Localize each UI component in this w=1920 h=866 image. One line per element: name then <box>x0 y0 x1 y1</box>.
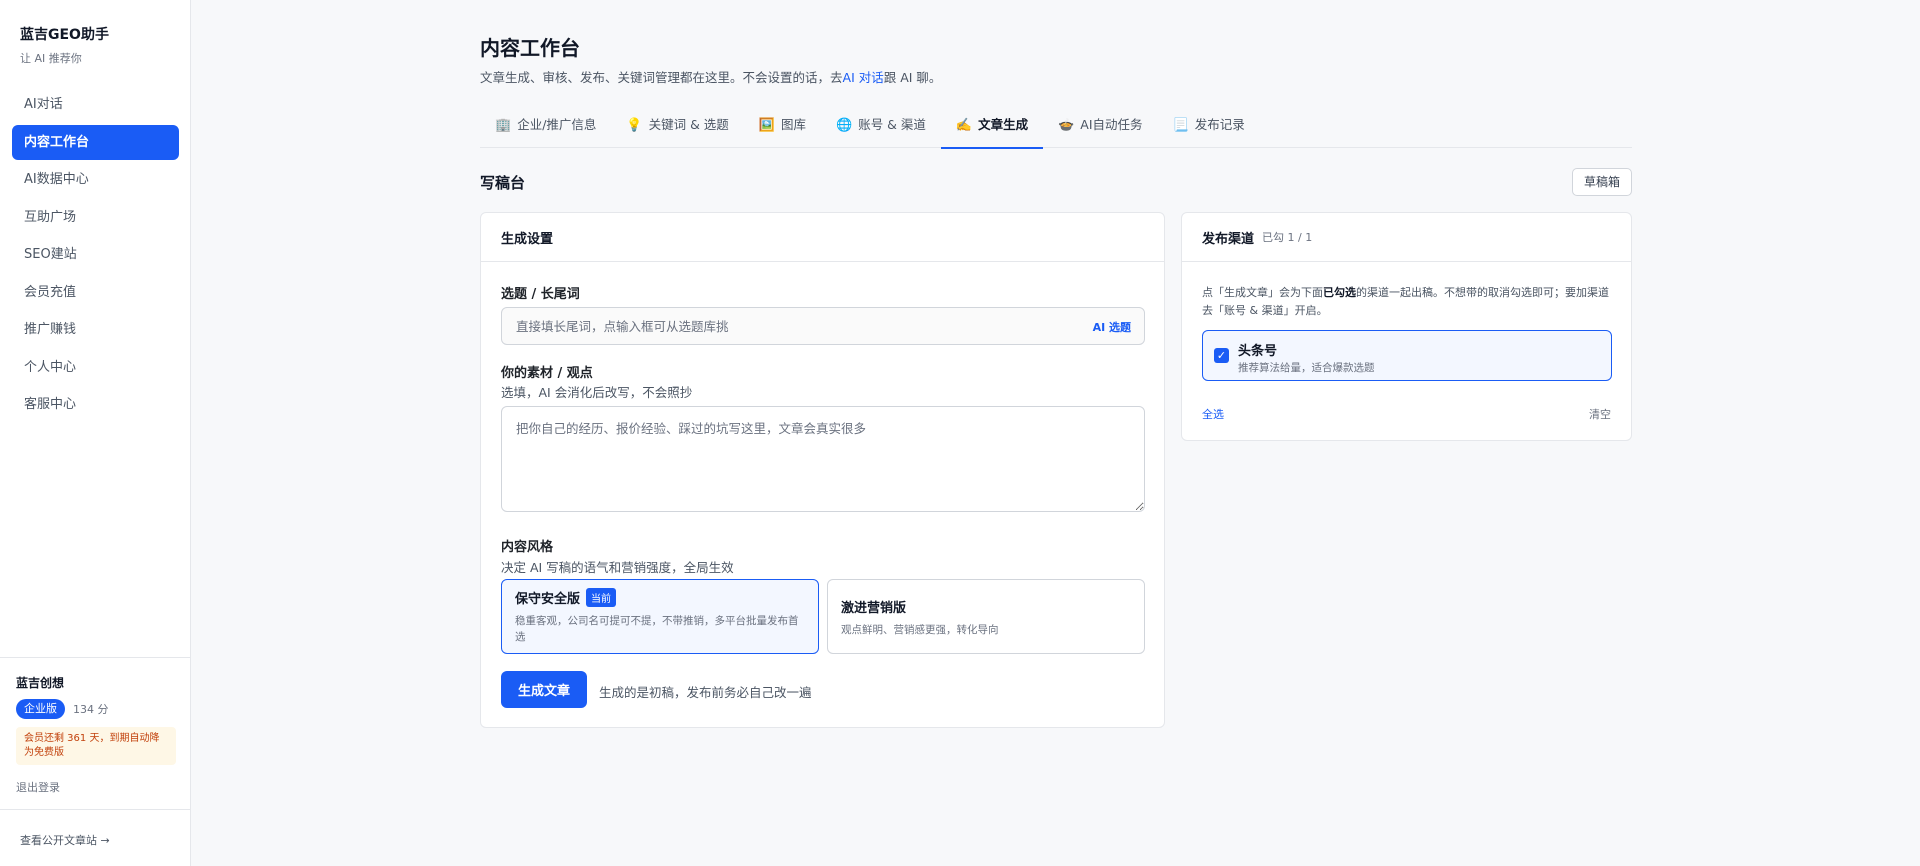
ai-topic-button[interactable]: AI 选题 <box>1093 319 1131 335</box>
generate-settings-card: 生成设置 选题 / 长尾词 AI 选题 你的素材 / 观点 选填，AI 会消化后… <box>480 212 1165 728</box>
page-description-text: 文章生成、审核、发布、关键词管理都在这里。不会设置的话，去 <box>480 70 843 85</box>
sidebar-nav: AI对话 内容工作台 AI数据中心 互助广场 SEO建站 会员充值 推广赚钱 个人中心 客服中心 <box>12 87 179 425</box>
sidebar-item[interactable]: 会员充值 <box>12 275 179 310</box>
tab-label: 图库 <box>780 117 806 132</box>
brand-subtitle: 让 AI 推荐你 <box>20 52 82 65</box>
tab[interactable]: 💡 关键词 & 选题 <box>611 110 743 148</box>
material-textarea[interactable] <box>501 406 1145 512</box>
card-title: 发布渠道 <box>1202 231 1255 247</box>
pot-icon: 🍲 <box>1058 118 1075 133</box>
page-description-text: 跟 AI 聊。 <box>883 70 942 85</box>
tab[interactable]: 📃 发布记录 <box>1158 110 1260 148</box>
page-icon: 📃 <box>1172 118 1189 133</box>
lightbulb-icon: 💡 <box>626 118 643 133</box>
style-option-desc: 稳重客观，公司名可提可不提，不带推销，多平台批量发布首选 <box>515 615 799 643</box>
topic-input[interactable] <box>502 308 1062 344</box>
page-description: 文章生成、审核、发布、关键词管理都在这里。不会设置的话，去AI 对话跟 AI 聊… <box>480 67 941 86</box>
tab-label: 关键词 & 选题 <box>648 117 729 132</box>
current-badge: 当前 <box>586 588 617 607</box>
topic-label: 选题 / 长尾词 <box>501 287 580 302</box>
style-hint: 决定 AI 写稿的语气和营销强度，全局生效 <box>501 560 734 575</box>
sidebar-item[interactable]: 个人中心 <box>12 350 179 385</box>
account-panel: 蓝吉创想 企业版 134 分 会员还剩 361 天，到期自动降为免费版 退出登录 <box>16 674 176 795</box>
tab-label: 企业/推广信息 <box>517 117 597 132</box>
channel-desc: 推荐算法给量，适合爆款选题 <box>1238 362 1375 374</box>
style-option-desc: 观点鲜明、营销感更强，转化导向 <box>841 624 999 636</box>
tab[interactable]: 🍲 AI自动任务 <box>1043 110 1157 148</box>
material-label: 你的素材 / 观点 <box>501 366 593 381</box>
sidebar-item[interactable]: 互助广场 <box>12 200 179 235</box>
tab-label: 文章生成 <box>978 117 1029 132</box>
sidebar-item[interactable]: AI对话 <box>12 87 179 122</box>
section-title: 写稿台 <box>480 174 526 192</box>
generate-note: 生成的是初稿，发布前务必自己改一遍 <box>599 685 812 700</box>
style-option-conservative[interactable]: 保守安全版 当前 稳重客观，公司名可提可不提，不带推销，多平台批量发布首选 <box>501 579 819 654</box>
membership-expire-note: 会员还剩 361 天，到期自动降为免费版 <box>16 727 176 765</box>
style-option-aggressive[interactable]: 激进营销版 观点鲜明、营销感更强，转化导向 <box>827 579 1145 654</box>
sidebar-item[interactable]: AI数据中心 <box>12 162 179 197</box>
publish-description-bold: 已勾选 <box>1323 286 1356 299</box>
tab[interactable]: 🌐 账号 & 渠道 <box>821 110 941 148</box>
tab-label: 发布记录 <box>1194 117 1245 132</box>
card-title: 生成设置 <box>481 213 1164 262</box>
generate-article-button[interactable]: 生成文章 <box>501 671 587 708</box>
select-all-link[interactable]: 全选 <box>1202 406 1224 422</box>
points-value: 134 分 <box>73 703 109 716</box>
style-label: 内容风格 <box>501 540 554 555</box>
page-title: 内容工作台 <box>480 36 580 60</box>
topic-field: AI 选题 <box>501 307 1145 345</box>
publish-description-text: 点「生成文章」会为下面 <box>1202 286 1323 299</box>
sidebar-divider <box>0 657 191 658</box>
channel-name: 头条号 <box>1238 344 1278 359</box>
style-option-title: 激进营销版 <box>841 601 907 616</box>
channel-item-toutiao[interactable]: ✓ 头条号 推荐算法给量，适合爆款选题 <box>1202 330 1612 381</box>
building-icon: 🏢 <box>495 118 512 133</box>
writing-hand-icon: ✍️ <box>955 118 973 133</box>
checkbox-checked-icon[interactable]: ✓ <box>1214 348 1229 363</box>
picture-icon: 🖼️ <box>758 118 775 133</box>
publish-description: 点「生成文章」会为下面已勾选的渠道一起出稿。不想带的取消勾选即可；要加渠道去「账… <box>1202 284 1614 320</box>
tab-label: AI自动任务 <box>1080 117 1143 132</box>
tab[interactable]: 🖼️ 图库 <box>744 110 821 148</box>
workspace-tabs: 🏢 企业/推广信息 💡 关键词 & 选题 🖼️ 图库 🌐 账号 & 渠道 ✍️ 文章生成 🍲 AI自动… <box>480 110 1632 149</box>
sidebar-item[interactable]: 推广赚钱 <box>12 312 179 347</box>
publish-channels-card: 发布渠道 已勾 1 / 1 点「生成文章」会为下面已勾选的渠道一起出稿。不想带的… <box>1181 212 1632 441</box>
sidebar-item[interactable]: SEO建站 <box>12 237 179 272</box>
ai-chat-link[interactable]: AI 对话 <box>843 70 884 85</box>
brand: 蓝吉GEO助手 让 AI 推荐你 <box>20 24 109 66</box>
account-name: 蓝吉创想 <box>16 676 65 690</box>
material-hint: 选填，AI 会消化后改写，不会照抄 <box>501 385 693 400</box>
plan-badge: 企业版 <box>16 699 65 719</box>
logout-link[interactable]: 退出登录 <box>16 779 176 795</box>
sidebar-item[interactable]: 内容工作台 <box>12 124 179 160</box>
style-option-title: 保守安全版 <box>515 592 581 607</box>
globe-icon: 🌐 <box>836 118 853 133</box>
brand-title: 蓝吉GEO助手 <box>20 27 109 43</box>
clear-link[interactable]: 清空 <box>1589 406 1611 422</box>
drafts-button[interactable]: 草稿箱 <box>1571 168 1632 196</box>
card-header: 发布渠道 已勾 1 / 1 <box>1182 213 1631 262</box>
sidebar-divider <box>0 809 191 810</box>
tab[interactable]: ✍️ 文章生成 <box>940 110 1044 149</box>
checked-count: 已勾 1 / 1 <box>1262 231 1313 244</box>
sidebar-item[interactable]: 客服中心 <box>12 387 179 422</box>
public-articles-link[interactable]: 查看公开文章站 → <box>20 832 110 848</box>
tab-label: 账号 & 渠道 <box>858 117 926 132</box>
sidebar: 蓝吉GEO助手 让 AI 推荐你 AI对话 内容工作台 AI数据中心 互助广场 SEO建… <box>0 0 191 866</box>
tab[interactable]: 🏢 企业/推广信息 <box>480 110 611 148</box>
